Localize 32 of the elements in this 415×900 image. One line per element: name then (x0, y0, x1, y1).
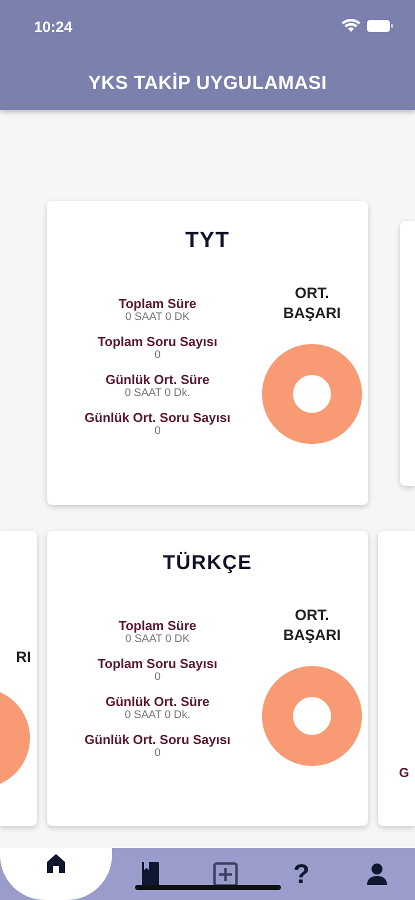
add-icon (213, 862, 238, 886)
stat-value: 0 SAAT 0 DK (124, 633, 191, 646)
stat-label: Günlük Ort. Soru Sayısı (84, 732, 232, 747)
stat-label: Günlük Ort. Süre (104, 694, 210, 709)
person-icon (366, 862, 388, 886)
stat-value: 0 SAAT 0 DK (124, 311, 191, 324)
success-label: RI (16, 649, 31, 666)
stat-label: Günlük Ort. Süre (104, 372, 210, 387)
success-label: ORT. BAŞARI (282, 284, 342, 324)
stat-label: Toplam Soru Sayısı (96, 656, 218, 671)
app-title: YKS TAKİP UYGULAMASI (87, 72, 328, 96)
stat-label: Günlük Ort. Soru Sayısı (84, 410, 232, 425)
stat-value: 0 (153, 425, 162, 438)
nav-tab[interactable]: ? (264, 848, 340, 900)
stat-value: 0 (153, 349, 162, 362)
stat-value: 0 (153, 747, 162, 760)
stat-label: Toplam Süre (118, 618, 198, 633)
card-title: TYT (184, 226, 231, 254)
stat-label: Toplam Soru Sayısı (96, 334, 218, 349)
stat-label: Toplam Süre (118, 296, 198, 311)
nav-tab[interactable] (0, 848, 112, 900)
status-time: 10:24 (33, 18, 72, 38)
stat-label: G (399, 765, 410, 780)
card-title: TÜRKÇE (162, 550, 254, 576)
book-icon (140, 861, 160, 887)
success-label: ORT. BAŞARI (282, 606, 342, 646)
stat-value: 0 SAAT 0 Dk. (124, 387, 192, 400)
battery-icon (367, 20, 393, 32)
home-icon (45, 852, 67, 874)
stat-value: 0 (153, 671, 162, 684)
stat-value: 0 SAAT 0 Dk. (124, 709, 192, 722)
wifi-icon (341, 19, 361, 33)
